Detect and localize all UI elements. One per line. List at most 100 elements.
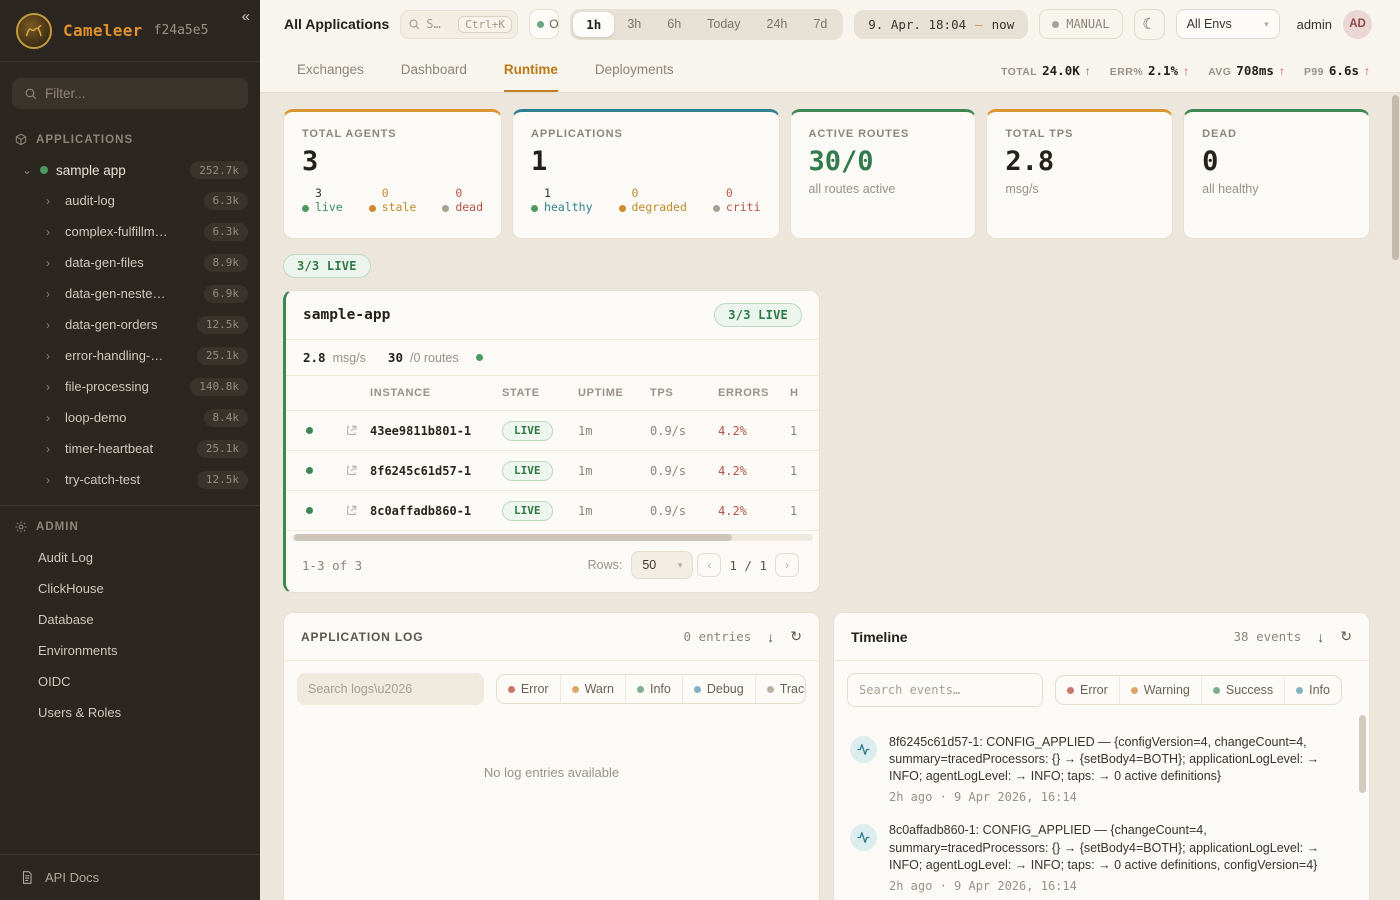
chevron-right-icon[interactable]: ›	[46, 349, 56, 363]
log-search-input[interactable]	[308, 682, 473, 696]
filter-warn[interactable]: Warn	[560, 675, 625, 703]
global-search[interactable]: Ctrl+K	[400, 10, 518, 39]
global-search-input[interactable]	[426, 17, 452, 31]
filter-warning[interactable]: Warning	[1119, 676, 1201, 704]
sidebar-item-database[interactable]: Database	[0, 604, 260, 635]
rows-per-page-select[interactable]: 50 ▾	[631, 551, 693, 579]
filter-info[interactable]: Info	[625, 675, 682, 703]
avatar[interactable]: AD	[1343, 10, 1372, 39]
sidebar-route-audit-log[interactable]: › audit-log 6.3k	[0, 185, 260, 216]
event-search-box[interactable]	[847, 673, 1043, 707]
range-1h[interactable]: 1h	[573, 12, 614, 37]
timeline-scrollbar[interactable]	[1359, 715, 1366, 900]
sidebar-route-data-gen-files[interactable]: › data-gen-files 8.9k	[0, 247, 260, 278]
main-scrollbar[interactable]	[1392, 95, 1399, 897]
stat-total: TOTAL 24.0K ↑	[1001, 63, 1091, 78]
tab-deployments[interactable]: Deployments	[595, 48, 674, 92]
prev-page-button[interactable]: ‹	[697, 553, 721, 577]
event-type-filters: Error Warning Success Info	[1055, 675, 1342, 705]
event-list: 8f6245c61d57-1: CONFIG_APPLIED — {config…	[834, 719, 1369, 900]
sidebar-item-audit-log[interactable]: Audit Log	[0, 542, 260, 573]
range-today[interactable]: Today	[694, 12, 753, 36]
chevron-down-icon: ▾	[678, 560, 683, 571]
chevron-right-icon[interactable]: ›	[46, 318, 56, 332]
collapse-sidebar-icon[interactable]: «	[242, 8, 250, 25]
chevron-right-icon[interactable]: ›	[46, 442, 56, 456]
chevron-down-icon[interactable]: ⌄	[22, 163, 32, 177]
sidebar-item-oidc[interactable]: OIDC	[0, 666, 260, 697]
theme-toggle-button[interactable]: ☾	[1134, 9, 1165, 40]
event-timestamp: 2h ago · 9 Apr 2026, 16:14	[889, 790, 1351, 804]
sidebar-route-try-catch-test[interactable]: › try-catch-test 12.5k	[0, 464, 260, 495]
sidebar-route-data-gen-orders[interactable]: › data-gen-orders 12.5k	[0, 309, 260, 340]
api-docs-link[interactable]: API Docs	[0, 854, 260, 900]
filter-error[interactable]: Error	[497, 675, 560, 703]
build-hash: f24a5e5	[154, 23, 209, 38]
event-timestamp: 2h ago · 9 Apr 2026, 16:14	[889, 879, 1351, 893]
sidebar-header: Cameleer f24a5e5 «	[0, 0, 260, 62]
online-status-button[interactable]: O	[529, 9, 559, 39]
filter-error[interactable]: Error	[1056, 676, 1119, 704]
filter-box[interactable]	[12, 78, 248, 109]
external-link-icon[interactable]	[332, 504, 370, 517]
tab-exchanges[interactable]: Exchanges	[297, 48, 364, 92]
sidebar-route-timer-heartbeat[interactable]: › timer-heartbeat 25.1k	[0, 433, 260, 464]
sidebar-nav: APPLICATIONS ⌄ sample app 252.7k › audit…	[0, 117, 260, 854]
range-3h[interactable]: 3h	[614, 12, 654, 36]
sidebar: Cameleer f24a5e5 « APPLICATIONS ⌄	[0, 0, 260, 900]
chevron-right-icon[interactable]: ›	[46, 287, 56, 301]
timeline-event[interactable]: 8f6245c61d57-1: CONFIG_APPLIED — {config…	[842, 725, 1359, 813]
download-icon[interactable]: ↓	[1317, 629, 1324, 645]
filter-input[interactable]	[45, 86, 236, 101]
next-page-button[interactable]: ›	[775, 553, 799, 577]
log-search-box[interactable]	[297, 673, 484, 705]
range-7d[interactable]: 7d	[800, 12, 840, 36]
external-link-icon[interactable]	[332, 464, 370, 477]
tab-dashboard[interactable]: Dashboard	[401, 48, 467, 92]
sidebar-route-loop-demo[interactable]: › loop-demo 8.4k	[0, 402, 260, 433]
tab-runtime[interactable]: Runtime	[504, 48, 558, 92]
sidebar-item-environments[interactable]: Environments	[0, 635, 260, 666]
range-24h[interactable]: 24h	[754, 12, 801, 36]
chevron-right-icon[interactable]: ›	[46, 473, 56, 487]
chevron-right-icon[interactable]: ›	[46, 225, 56, 239]
chevron-right-icon[interactable]: ›	[46, 411, 56, 425]
sidebar-route-data-gen-nested[interactable]: › data-gen-neste… 6.9k	[0, 278, 260, 309]
route-label: complex-fulfillm…	[65, 224, 168, 239]
chevron-right-icon[interactable]: ›	[46, 256, 56, 270]
sidebar-route-complex-fulfillment[interactable]: › complex-fulfillm… 6.3k	[0, 216, 260, 247]
table-row[interactable]: 43ee9811b801-1 LIVE 1m 0.9/s 4.2% 1	[286, 411, 819, 451]
refresh-icon[interactable]: ↻	[790, 628, 802, 645]
horizontal-scrollbar[interactable]	[292, 534, 813, 541]
refresh-icon[interactable]: ↻	[1340, 628, 1352, 645]
camel-logo-icon	[16, 13, 52, 49]
table-row[interactable]: 8c0affadb860-1 LIVE 1m 0.9/s 4.2% 1	[286, 491, 819, 531]
up-arrow-icon: ↑	[1085, 64, 1091, 78]
sidebar-item-sample-app[interactable]: ⌄ sample app 252.7k	[0, 155, 260, 185]
filter-success[interactable]: Success	[1201, 676, 1284, 704]
substat-dead: 0dead	[442, 186, 483, 215]
app-root: Cameleer f24a5e5 « APPLICATIONS ⌄	[0, 0, 1400, 900]
manual-refresh-button[interactable]: MANUAL	[1039, 9, 1122, 39]
event-search-input[interactable]	[859, 683, 1031, 697]
external-link-icon[interactable]	[332, 424, 370, 437]
env-select[interactable]: All Envs ▾	[1176, 9, 1280, 39]
route-label: data-gen-files	[65, 255, 144, 270]
table-row[interactable]: 8f6245c61d57-1 LIVE 1m 0.9/s 4.2% 1	[286, 451, 819, 491]
date-range-picker[interactable]: 9. Apr. 18:04 – now	[854, 10, 1028, 39]
box-icon	[14, 133, 28, 147]
filter-info[interactable]: Info	[1284, 676, 1341, 704]
timeline-event[interactable]: 8c0affadb860-1: CONFIG_APPLIED — {change…	[842, 813, 1359, 900]
entries-count: 0 entries	[684, 629, 752, 644]
sidebar-item-clickhouse[interactable]: ClickHouse	[0, 573, 260, 604]
sidebar-route-error-handling[interactable]: › error-handling-… 25.1k	[0, 340, 260, 371]
sidebar-item-users-roles[interactable]: Users & Roles	[0, 697, 260, 728]
chevron-right-icon[interactable]: ›	[46, 194, 56, 208]
range-6h[interactable]: 6h	[654, 12, 694, 36]
substat-critical: 0criti	[713, 186, 761, 215]
chevron-right-icon[interactable]: ›	[46, 380, 56, 394]
filter-trace[interactable]: Trace	[755, 675, 806, 703]
download-icon[interactable]: ↓	[767, 629, 774, 645]
filter-debug[interactable]: Debug	[682, 675, 755, 703]
sidebar-route-file-processing[interactable]: › file-processing 140.8k	[0, 371, 260, 402]
